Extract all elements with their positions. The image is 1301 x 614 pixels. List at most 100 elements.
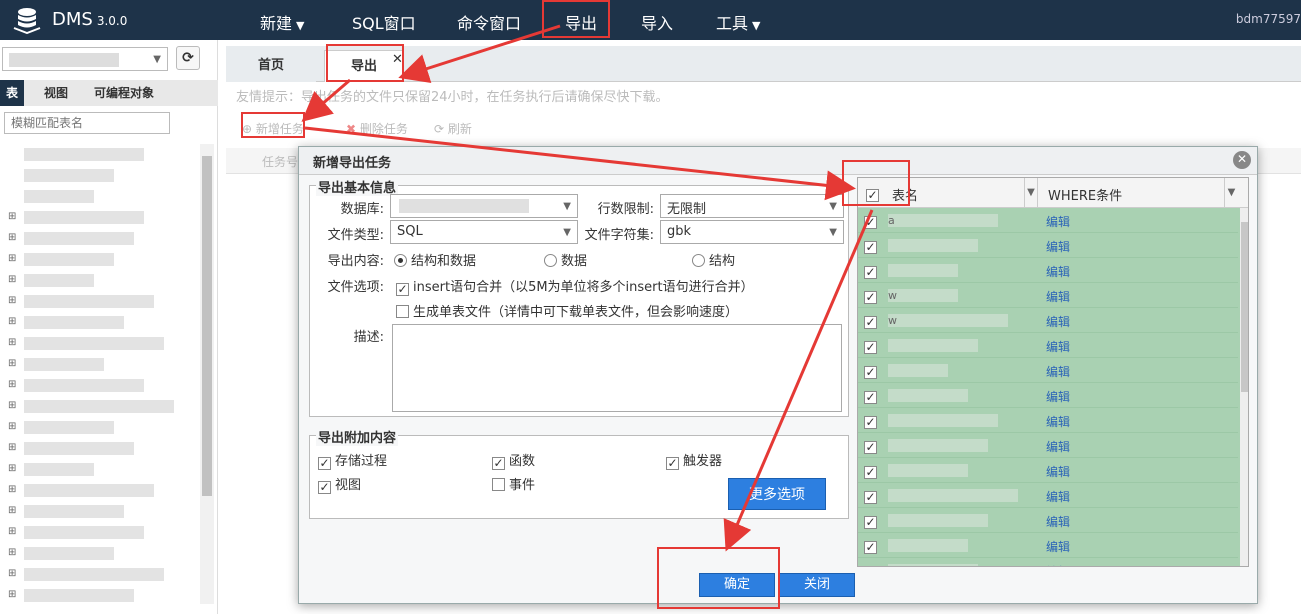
tree-item[interactable]: ⊞ <box>0 354 200 375</box>
radio-data[interactable]: 数据 <box>544 250 587 269</box>
table-row[interactable]: ✓ w 编辑 <box>858 283 1238 308</box>
table-row[interactable]: ✓ 编辑 <box>858 233 1238 258</box>
edit-link[interactable]: 编辑 <box>1046 238 1070 255</box>
tree-item[interactable]: ⊞ <box>0 207 200 228</box>
row-checkbox[interactable]: ✓ <box>864 338 881 354</box>
edit-link[interactable]: 编辑 <box>1046 413 1070 430</box>
menu-tools[interactable]: 工具 ▼ <box>716 10 760 34</box>
tree-item[interactable]: ⊞ <box>0 480 200 501</box>
user-name[interactable]: bdm77597 <box>1236 12 1301 26</box>
row-checkbox[interactable]: ✓ <box>864 438 881 454</box>
edit-link[interactable]: 编辑 <box>1046 338 1070 355</box>
description-textarea[interactable] <box>392 324 842 412</box>
tab-views[interactable]: 视图 <box>38 80 74 106</box>
row-limit-select[interactable]: 无限制 ▼ <box>660 194 844 218</box>
edit-link[interactable]: 编辑 <box>1046 213 1070 230</box>
edit-link[interactable]: 编辑 <box>1046 563 1070 566</box>
insert-merge-checkbox[interactable]: ✓ insert语句合并（以5M为单位将多个insert语句进行合并） <box>396 276 754 296</box>
row-checkbox[interactable]: ✓ <box>864 263 881 279</box>
refresh-button[interactable]: ⟳ <box>176 46 200 70</box>
edit-link[interactable]: 编辑 <box>1046 363 1070 380</box>
edit-link[interactable]: 编辑 <box>1046 263 1070 280</box>
edit-link[interactable]: 编辑 <box>1046 513 1070 530</box>
tree-item[interactable]: ⊞ <box>0 564 200 585</box>
table-row[interactable]: ✓ 编辑 <box>858 408 1238 433</box>
table-scrollbar[interactable] <box>1240 208 1248 566</box>
function-checkbox[interactable]: ✓ 函数 <box>492 450 535 470</box>
expand-icon[interactable]: ⊞ <box>8 547 16 558</box>
row-checkbox[interactable]: ✓ <box>864 313 881 329</box>
expand-icon[interactable]: ⊞ <box>8 589 16 600</box>
chevron-down-icon[interactable]: ▼ <box>1224 178 1238 208</box>
row-checkbox[interactable]: ✓ <box>864 363 881 379</box>
chevron-down-icon[interactable]: ▼ <box>1024 178 1038 208</box>
tree-item[interactable]: ⊞ <box>0 249 200 270</box>
expand-icon[interactable]: ⊞ <box>8 337 16 348</box>
expand-icon[interactable]: ⊞ <box>8 526 16 537</box>
expand-icon[interactable]: ⊞ <box>8 463 16 474</box>
row-checkbox[interactable]: ✓ <box>864 388 881 404</box>
menu-import[interactable]: 导入 <box>641 10 673 34</box>
stored-procedure-checkbox[interactable]: ✓ 存储过程 <box>318 450 387 470</box>
radio-structure-and-data[interactable]: 结构和数据 <box>394 250 476 269</box>
tree-item[interactable]: ⊞ <box>0 585 200 604</box>
expand-icon[interactable]: ⊞ <box>8 400 16 411</box>
table-row[interactable]: ✓ 编辑 <box>858 533 1238 558</box>
charset-select[interactable]: gbk ▼ <box>660 220 844 244</box>
tree-item[interactable]: ⊞ <box>0 396 200 417</box>
tree-item[interactable] <box>0 186 200 207</box>
tree-item[interactable]: ⊞ <box>0 501 200 522</box>
table-row[interactable]: ✓ 编辑 <box>858 558 1238 566</box>
tree-item[interactable]: ⊞ <box>0 417 200 438</box>
expand-icon[interactable]: ⊞ <box>8 442 16 453</box>
table-row[interactable]: ✓ a 编辑 <box>858 208 1238 233</box>
radio-structure[interactable]: 结构 <box>692 250 735 269</box>
edit-link[interactable]: 编辑 <box>1046 313 1070 330</box>
tree-item[interactable]: ⊞ <box>0 291 200 312</box>
scrollbar-thumb[interactable] <box>202 156 212 496</box>
row-checkbox[interactable]: ✓ <box>864 513 881 529</box>
expand-icon[interactable]: ⊞ <box>8 316 16 327</box>
more-options-button[interactable]: 更多选项 <box>728 478 826 510</box>
delete-task-button[interactable]: ✖ 删除任务 <box>346 120 408 137</box>
edit-link[interactable]: 编辑 <box>1046 538 1070 555</box>
tree-item[interactable] <box>0 144 200 165</box>
menu-sql-window[interactable]: SQL窗口 <box>352 10 416 34</box>
table-row[interactable]: ✓ 编辑 <box>858 333 1238 358</box>
expand-icon[interactable]: ⊞ <box>8 484 16 495</box>
edit-link[interactable]: 编辑 <box>1046 488 1070 505</box>
tree-item[interactable] <box>0 165 200 186</box>
row-checkbox[interactable]: ✓ <box>864 413 881 429</box>
expand-icon[interactable]: ⊞ <box>8 568 16 579</box>
tree-item[interactable]: ⊞ <box>0 312 200 333</box>
table-row[interactable]: ✓ 编辑 <box>858 508 1238 533</box>
expand-icon[interactable]: ⊞ <box>8 232 16 243</box>
edit-link[interactable]: 编辑 <box>1046 388 1070 405</box>
row-checkbox[interactable]: ✓ <box>864 463 881 479</box>
row-checkbox[interactable]: ✓ <box>864 238 881 254</box>
row-checkbox[interactable]: ✓ <box>864 213 881 229</box>
expand-icon[interactable]: ⊞ <box>8 379 16 390</box>
expand-icon[interactable]: ⊞ <box>8 421 16 432</box>
tree-item[interactable]: ⊞ <box>0 333 200 354</box>
tree-item[interactable]: ⊞ <box>0 438 200 459</box>
close-button[interactable]: 关闭 <box>779 573 855 597</box>
edit-link[interactable]: 编辑 <box>1046 463 1070 480</box>
trigger-checkbox[interactable]: ✓ 触发器 <box>666 450 722 470</box>
file-type-select[interactable]: SQL ▼ <box>390 220 578 244</box>
single-table-file-checkbox[interactable]: 生成单表文件（详情中可下载单表文件，但会影响速度） <box>396 301 738 320</box>
tree-item[interactable]: ⊞ <box>0 543 200 564</box>
table-row[interactable]: ✓ 编辑 <box>858 258 1238 283</box>
table-row[interactable]: ✓ 编辑 <box>858 383 1238 408</box>
expand-icon[interactable]: ⊞ <box>8 253 16 264</box>
event-checkbox[interactable]: 事件 <box>492 474 535 493</box>
table-row[interactable]: ✓ 编辑 <box>858 433 1238 458</box>
row-checkbox[interactable]: ✓ <box>864 488 881 504</box>
edit-link[interactable]: 编辑 <box>1046 438 1070 455</box>
menu-new[interactable]: 新建 ▼ <box>260 10 304 34</box>
table-row[interactable]: ✓ 编辑 <box>858 358 1238 383</box>
expand-icon[interactable]: ⊞ <box>8 211 16 222</box>
tree-item[interactable]: ⊞ <box>0 522 200 543</box>
sidebar-scrollbar[interactable] <box>200 144 214 604</box>
database-select[interactable]: ▼ <box>390 194 578 218</box>
